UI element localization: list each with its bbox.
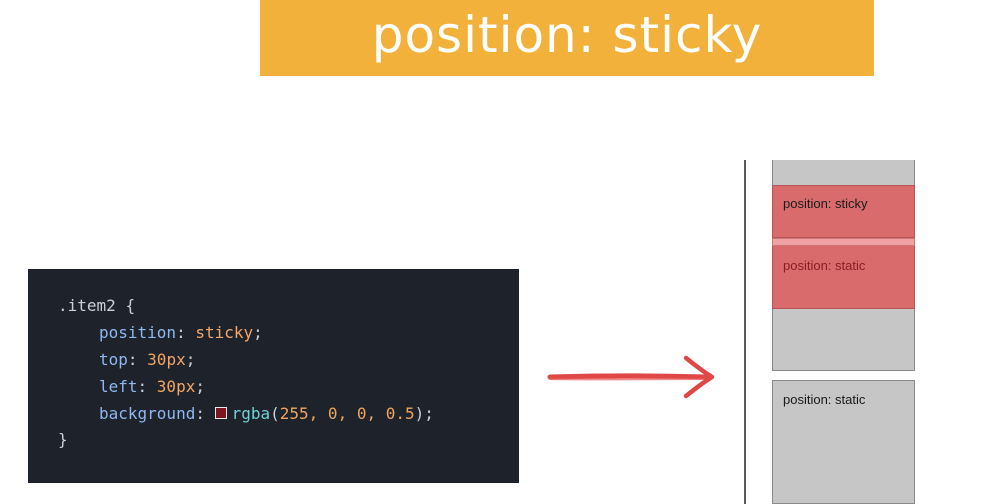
code-panel: .item2 { position: sticky; top: 30px; le… <box>28 269 519 483</box>
right-arrow-icon <box>547 355 715 399</box>
css-number: 30 <box>147 350 167 369</box>
code-line-position: position: sticky; <box>99 323 263 342</box>
css-number: 30 <box>156 377 177 396</box>
static-box-label: position: static <box>783 392 866 407</box>
code-line-left: left: 30px; <box>99 377 205 396</box>
code-line-background: background: rgba(255, 0, 0, 0.5); <box>99 404 434 423</box>
css-args: 255, 0, 0, 0.5 <box>279 404 415 423</box>
css-unit: px <box>176 377 196 396</box>
overlap-band <box>772 238 915 246</box>
css-function: rgba <box>231 404 271 423</box>
code-line-selector: .item2 { <box>58 296 135 316</box>
close-brace: } <box>58 430 68 449</box>
sticky-box-label: position: sticky <box>783 196 868 211</box>
open-brace: { <box>125 296 136 315</box>
demo-container-2: position: static <box>772 380 915 504</box>
static-box-label: position: static <box>783 258 866 273</box>
static-box-overlapped: position: static <box>772 246 915 309</box>
sticky-box: position: sticky <box>772 185 915 238</box>
css-property: background <box>99 404 196 423</box>
page-title: position: sticky <box>371 6 763 64</box>
css-value: sticky <box>195 323 254 342</box>
css-unit: px <box>166 350 186 369</box>
css-property: position <box>99 323 177 342</box>
code-line-top: top: 30px; <box>99 350 196 369</box>
code-line-close: } <box>58 430 68 450</box>
color-swatch-icon <box>214 407 227 419</box>
css-selector: .item2 <box>58 296 116 315</box>
viewport-edge <box>744 160 746 504</box>
css-property: top <box>99 350 128 369</box>
title-banner: position: sticky <box>260 0 874 76</box>
css-property: left <box>99 377 138 396</box>
